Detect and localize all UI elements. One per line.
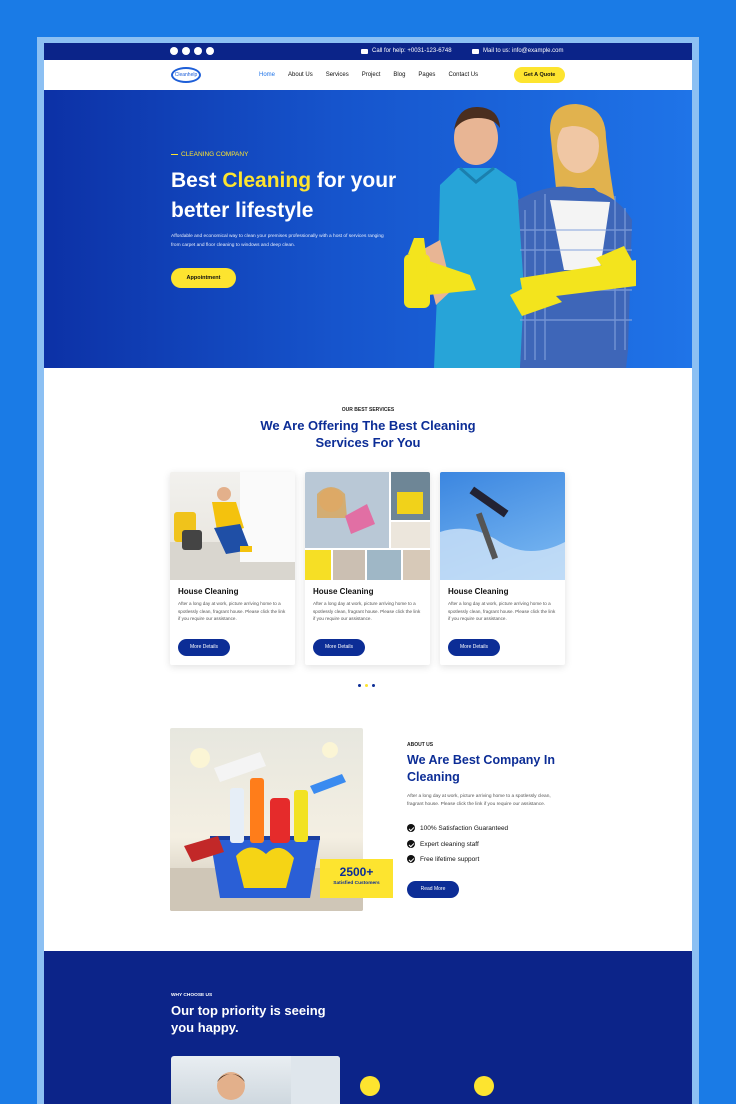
more-details-button[interactable]: More Details (178, 639, 230, 656)
hero-description: Affordable and economical way to clean y… (171, 234, 384, 248)
nav-item-blog[interactable]: Blog (393, 72, 405, 78)
carousel-dot-active[interactable] (365, 684, 368, 687)
service-card-title: House Cleaning (313, 587, 374, 596)
mail-text: Mail to us: info@example.com (483, 48, 564, 54)
nav-menu: Home About Us Services Project Blog Page… (259, 72, 478, 78)
top-bar: Call for help: +0031-123-6748 Mail to us… (44, 43, 692, 60)
nav-item-project[interactable]: Project (362, 72, 381, 78)
logo[interactable]: Cleanhelp (171, 67, 201, 83)
carousel-dot[interactable] (358, 684, 361, 687)
service-card-text: After a long day at work, picture arrivi… (313, 601, 421, 621)
hero-title: Best Cleaning for your better lifestyle (171, 166, 411, 226)
service-card-title: House Cleaning (178, 587, 239, 596)
feature-icon (360, 1076, 380, 1096)
hero-title-highlight: Cleaning (222, 169, 312, 192)
why-title: Our top priority is seeing you happy. (171, 1003, 326, 1035)
hero-eyebrow: CLEANING COMPANY (171, 151, 248, 158)
mail-info[interactable]: Mail to us: info@example.com (472, 48, 563, 54)
about-title: We Are Best Company In Cleaning (407, 753, 555, 784)
why-eyebrow: WHY CHOOSE US (171, 993, 213, 998)
phone-info[interactable]: Call for help: +0031-123-6748 (361, 48, 452, 54)
customers-badge: 2500+ Satisfied Customers (320, 859, 393, 898)
read-more-button[interactable]: Read More (407, 881, 459, 898)
why-image (171, 1056, 340, 1104)
phone-icon (361, 48, 368, 54)
instagram-icon[interactable] (182, 47, 190, 55)
feature-text: Expert cleaning staff (420, 840, 479, 848)
facebook-icon[interactable] (170, 47, 178, 55)
why-choose-section: WHY CHOOSE US Our top priority is seeing… (44, 951, 692, 1104)
nav-item-about[interactable]: About Us (288, 72, 313, 78)
main-navigation: Cleanhelp Home About Us Services Project… (44, 60, 692, 90)
service-card-image (170, 472, 295, 580)
hero-section: CLEANING COMPANY Best Cleaning for your … (44, 90, 692, 368)
nav-item-services[interactable]: Services (326, 72, 349, 78)
feature-text: 100% Satisfaction Guaranteed (420, 824, 509, 832)
website-page: Call for help: +0031-123-6748 Mail to us… (44, 43, 692, 1104)
floor-cleaning-photo (170, 472, 295, 580)
service-card[interactable]: House Cleaning After a long day at work,… (305, 472, 430, 665)
services-eyebrow: OUR BEST SERVICES (341, 407, 395, 413)
about-eyebrow: ABOUT US (407, 742, 434, 748)
check-icon (407, 824, 415, 832)
get-quote-button[interactable]: Get A Quote (514, 67, 565, 83)
service-card[interactable]: House Cleaning After a long day at work,… (170, 472, 295, 665)
service-card-image (305, 472, 430, 580)
nav-item-home[interactable]: Home (259, 72, 275, 78)
dribbble-icon[interactable] (206, 47, 214, 55)
feature-item: 100% Satisfaction Guaranteed (407, 824, 508, 832)
feature-icon (474, 1076, 494, 1096)
service-card-title: House Cleaning (448, 587, 509, 596)
feature-item: Free lifetime support (407, 855, 479, 863)
service-card[interactable]: House Cleaning After a long day at work,… (440, 472, 565, 665)
social-links (170, 47, 214, 55)
carousel-dot[interactable] (372, 684, 375, 687)
badge-label: Satisfied Customers (333, 881, 380, 886)
hero-cleaners-image (404, 104, 636, 368)
feature-item: Expert cleaning staff (407, 840, 479, 848)
service-card-text: After a long day at work, picture arrivi… (178, 601, 286, 621)
carousel-dots (358, 684, 375, 687)
check-icon (407, 840, 415, 848)
badge-number: 2500+ (339, 865, 374, 879)
hero-eyebrow-text: CLEANING COMPANY (181, 151, 249, 158)
service-card-text: After a long day at work, picture arrivi… (448, 601, 556, 621)
eyebrow-line (171, 154, 178, 155)
more-details-button[interactable]: More Details (313, 639, 365, 656)
logo-text: Cleanhelp (174, 72, 198, 78)
nav-item-contact[interactable]: Contact Us (448, 72, 478, 78)
window-cleaning-photo (440, 486, 565, 580)
more-details-button[interactable]: More Details (448, 639, 500, 656)
appointment-button[interactable]: Appointment (171, 268, 236, 288)
collage-photo (305, 472, 430, 580)
twitter-icon[interactable] (194, 47, 202, 55)
phone-text: Call for help: +0031-123-6748 (372, 48, 452, 54)
services-title: We Are Offering The Best Cleaning Servic… (44, 417, 692, 451)
services-title-text: We Are Offering The Best Cleaning Servic… (260, 418, 476, 450)
service-card-image (440, 472, 565, 580)
hero-title-part1: Best (171, 169, 223, 192)
feature-text: Free lifetime support (420, 855, 480, 863)
about-text: After a long day at work, picture arrivi… (407, 794, 551, 807)
mail-icon (472, 48, 479, 54)
staff-photo (217, 1056, 340, 1104)
nav-item-pages[interactable]: Pages (418, 72, 435, 78)
check-icon (407, 855, 415, 863)
